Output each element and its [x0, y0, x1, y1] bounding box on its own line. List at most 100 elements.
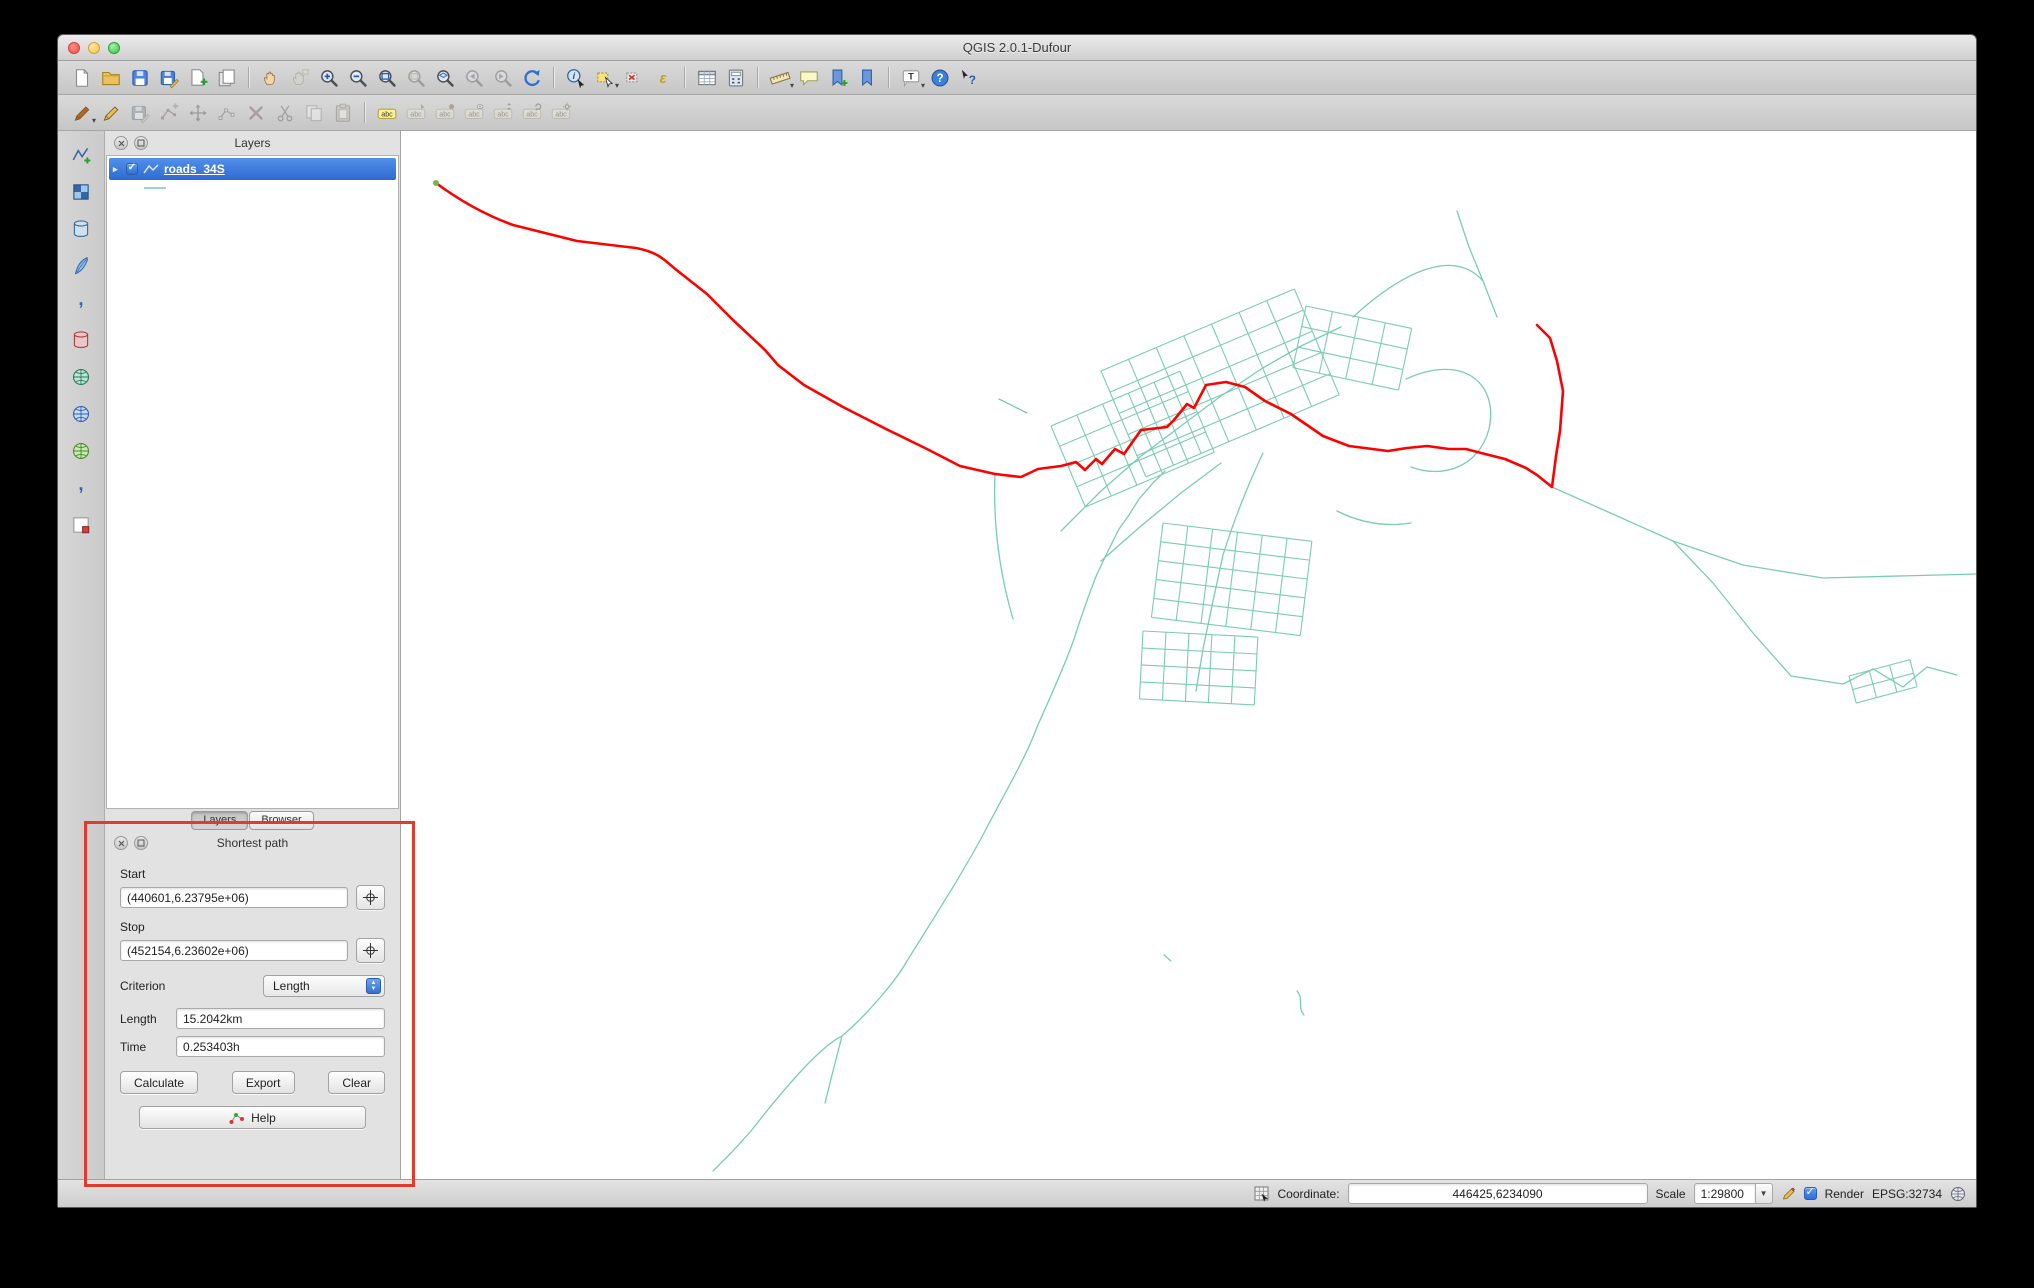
zoom-full-extent-button[interactable] — [373, 64, 400, 91]
add-vector-layer-button[interactable] — [66, 140, 96, 170]
layers-panel-close-button[interactable] — [114, 136, 128, 150]
deselect-all-button[interactable] — [620, 64, 647, 91]
add-oracle-layer-button[interactable] — [66, 325, 96, 355]
add-raster-layer-button[interactable] — [66, 177, 96, 207]
toggle-editing-button[interactable] — [97, 99, 124, 126]
criterion-select[interactable]: Length ▲ ▼ — [263, 975, 385, 997]
show-bookmarks-button[interactable] — [853, 64, 880, 91]
title-bar[interactable]: QGIS 2.0.1-Dufour — [58, 35, 1976, 61]
composer-manager-icon — [218, 69, 235, 86]
pan-map-button[interactable] — [257, 64, 284, 91]
clear-button[interactable]: Clear — [328, 1071, 385, 1094]
add-postgis-layer-button[interactable] — [66, 214, 96, 244]
layers-tree[interactable]: ▸ roads_34S — [106, 155, 399, 809]
layer-visibility-checkbox[interactable] — [126, 163, 138, 175]
field-calculator-button[interactable] — [722, 64, 749, 91]
start-capture-button[interactable] — [356, 885, 385, 910]
layers-panel-float-button[interactable] — [134, 136, 148, 150]
layer-name[interactable]: roads_34S — [164, 162, 225, 176]
zoom-out-button[interactable] — [344, 64, 371, 91]
save-project-as-button[interactable] — [155, 64, 182, 91]
help-contents-button[interactable]: ? — [926, 64, 953, 91]
map-tips-button[interactable] — [795, 64, 822, 91]
coordinate-capture-icon[interactable] — [1254, 1186, 1270, 1202]
tab-layers[interactable]: Layers — [191, 810, 249, 830]
pen-icon[interactable] — [1781, 1186, 1796, 1201]
add-wfs-layer-button[interactable] — [66, 436, 96, 466]
add-spatialite-layer-button[interactable] — [66, 251, 96, 281]
crs-status-icon[interactable] — [1950, 1186, 1966, 1202]
show-hide-labels-button[interactable]: abc — [460, 99, 487, 126]
help-button[interactable]: Help — [138, 1106, 367, 1129]
scale-dropdown-icon[interactable]: ▼ — [1755, 1183, 1773, 1204]
save-layer-edits-button[interactable] — [126, 99, 153, 126]
open-attribute-table-button[interactable] — [693, 64, 720, 91]
close-window-button[interactable] — [68, 41, 80, 54]
move-feature-button[interactable] — [184, 99, 211, 126]
render-checkbox[interactable] — [1803, 1187, 1817, 1200]
pin-labels-button[interactable]: abc — [402, 99, 429, 126]
change-label-properties-button[interactable]: abc — [547, 99, 574, 126]
measure-line-dropdown-icon[interactable]: ▾ — [790, 82, 794, 90]
float-panel-icon — [137, 839, 145, 847]
stop-capture-button[interactable] — [356, 938, 385, 963]
add-delimited-text-layer-button[interactable]: , — [66, 473, 96, 503]
scale-combo[interactable]: ▼ — [1693, 1183, 1773, 1204]
whats-this-button[interactable]: ? — [955, 64, 982, 91]
cut-features-button[interactable] — [271, 99, 298, 126]
open-project-button[interactable] — [97, 64, 124, 91]
add-wcs-layer-button[interactable] — [66, 399, 96, 429]
text-annotation-dropdown-icon[interactable]: ▾ — [921, 82, 925, 90]
export-button[interactable]: Export — [231, 1071, 295, 1094]
highlight-pinned-labels-button[interactable]: abc — [431, 99, 458, 126]
composer-manager-button[interactable] — [213, 64, 240, 91]
time-output[interactable] — [176, 1036, 385, 1057]
current-edits-button[interactable]: ▾ — [68, 99, 96, 126]
new-print-composer-button[interactable] — [184, 64, 211, 91]
pan-to-selection-button[interactable] — [286, 64, 313, 91]
layer-expand-arrow[interactable]: ▸ — [113, 164, 121, 175]
zoom-window-button[interactable] — [108, 41, 120, 54]
save-project-button[interactable] — [126, 64, 153, 91]
select-by-expression-button[interactable]: ε — [649, 64, 676, 91]
rotate-label-button[interactable]: abc — [518, 99, 545, 126]
field-calculator-icon — [728, 69, 743, 86]
add-feature-button[interactable] — [155, 99, 182, 126]
add-vector-layer-icon — [72, 147, 91, 164]
zoom-to-selection-button[interactable] — [402, 64, 429, 91]
identify-features-button[interactable]: i — [562, 64, 589, 91]
node-tool-button[interactable] — [213, 99, 240, 126]
text-annotation-button[interactable]: T ▾ — [897, 64, 925, 91]
select-features-button[interactable]: ▾ — [591, 64, 619, 91]
new-shapefile-layer-button[interactable] — [66, 510, 96, 540]
layer-row-roads[interactable]: ▸ roads_34S — [109, 158, 396, 180]
map-canvas[interactable] — [401, 131, 1976, 1179]
length-output[interactable] — [176, 1008, 385, 1029]
new-project-button[interactable] — [68, 64, 95, 91]
zoom-last-button[interactable] — [460, 64, 487, 91]
coordinate-input[interactable] — [1347, 1183, 1648, 1204]
delete-selected-button[interactable] — [242, 99, 269, 126]
start-input[interactable] — [120, 887, 348, 908]
current-edits-dropdown-icon[interactable]: ▾ — [92, 117, 96, 125]
zoom-next-button[interactable] — [489, 64, 516, 91]
minimize-window-button[interactable] — [88, 41, 100, 54]
calculate-button[interactable]: Calculate — [120, 1071, 199, 1094]
move-label-button[interactable]: abc — [489, 99, 516, 126]
stop-input[interactable] — [120, 940, 348, 961]
measure-line-button[interactable]: ▾ — [766, 64, 794, 91]
scale-input[interactable] — [1693, 1183, 1756, 1204]
shortest-path-close-button[interactable] — [114, 836, 128, 850]
tab-browser[interactable]: Browser — [249, 810, 314, 830]
select-features-dropdown-icon[interactable]: ▾ — [615, 82, 619, 90]
new-bookmark-button[interactable] — [824, 64, 851, 91]
add-mssql-layer-button[interactable]: , — [66, 288, 96, 318]
shortest-path-float-button[interactable] — [134, 836, 148, 850]
zoom-in-button[interactable] — [315, 64, 342, 91]
labeling-options-button[interactable]: abc — [373, 99, 400, 126]
paste-features-button[interactable] — [329, 99, 356, 126]
copy-features-button[interactable] — [300, 99, 327, 126]
zoom-to-layer-button[interactable] — [431, 64, 458, 91]
refresh-map-button[interactable] — [518, 64, 545, 91]
add-wms-layer-button[interactable] — [66, 362, 96, 392]
